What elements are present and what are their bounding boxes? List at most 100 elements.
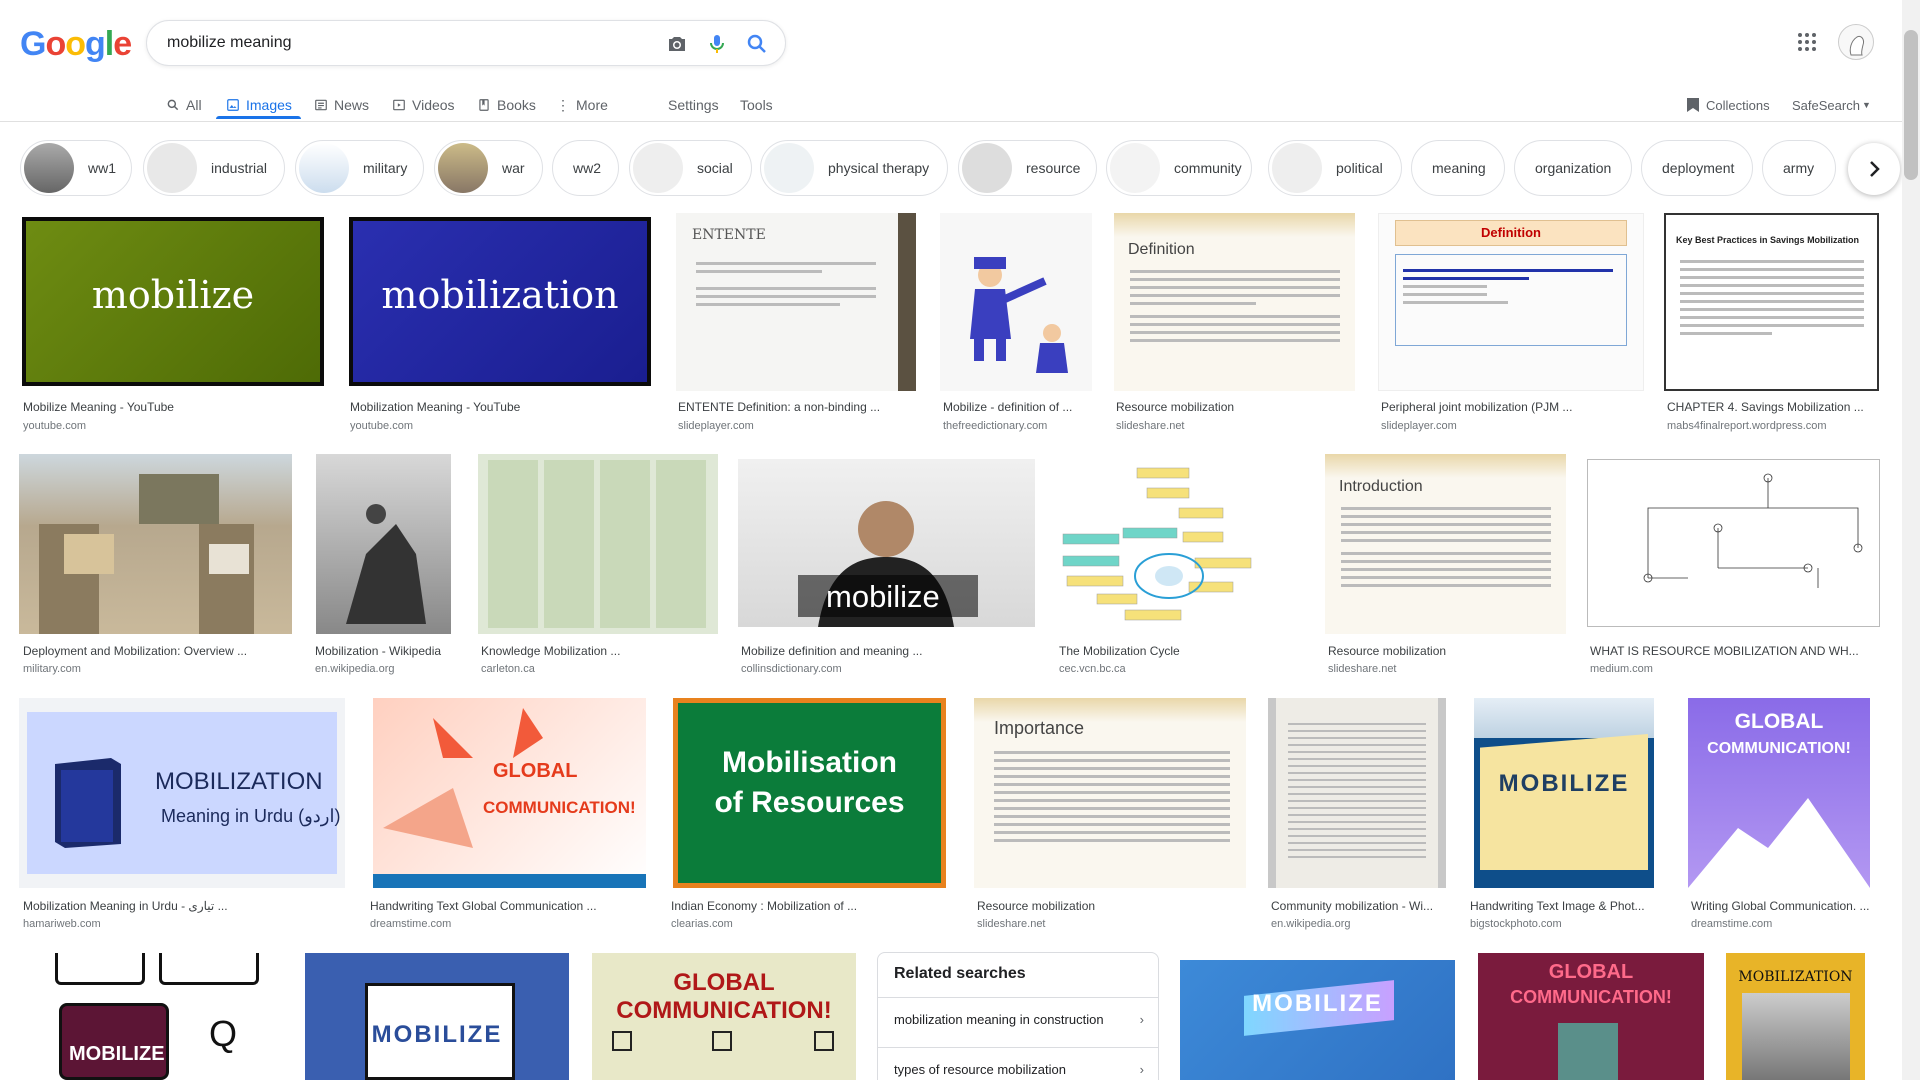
camera-icon[interactable] bbox=[665, 32, 689, 56]
result-thumbnail: mobilization bbox=[349, 217, 651, 386]
thumbnail-text: GLOBAL bbox=[493, 760, 578, 782]
thumbnail-text: MOBILIZATION bbox=[1738, 969, 1853, 985]
result-source: dreamstime.com bbox=[1691, 918, 1773, 930]
result-caption: Handwriting Text Image & Phot... bbox=[1470, 899, 1645, 913]
chevron-right-icon: › bbox=[1139, 1012, 1144, 1027]
thumbnail-text: mobilization bbox=[381, 273, 619, 317]
tab-videos[interactable]: Videos bbox=[392, 90, 455, 120]
image-icon bbox=[227, 99, 239, 111]
thumbnail-text: MOBILIZE bbox=[371, 1021, 503, 1048]
logo-letter: o bbox=[45, 25, 66, 63]
result-thumbnail: ENTENTE bbox=[676, 213, 916, 391]
thumbnail-subtext: Meaning in Urdu (اردو) bbox=[161, 806, 341, 826]
search-icon[interactable] bbox=[745, 32, 769, 56]
tab-all-label: All bbox=[186, 97, 202, 113]
result-source: bigstockphoto.com bbox=[1470, 918, 1562, 930]
result-caption: Indian Economy : Mobilization of ... bbox=[671, 899, 858, 913]
result-caption: Mobilize Meaning - YouTube bbox=[23, 400, 174, 414]
result-caption: The Mobilization Cycle bbox=[1059, 644, 1180, 658]
chip-thumbnail bbox=[147, 143, 197, 193]
chip-political[interactable]: political bbox=[1268, 140, 1402, 196]
logo-letter: g bbox=[85, 25, 106, 63]
result-caption: Deployment and Mobilization: Overview ..… bbox=[23, 644, 248, 658]
tab-videos-label: Videos bbox=[412, 97, 455, 113]
result-caption: Handwriting Text Global Communication ..… bbox=[370, 899, 597, 913]
thumbnail-subtext: of Resources bbox=[714, 786, 905, 819]
result-thumbnail: mobilize bbox=[738, 459, 1035, 627]
search-input[interactable]: mobilize meaning bbox=[167, 34, 292, 52]
header-divider bbox=[0, 121, 1920, 122]
chip-thumbnail bbox=[24, 143, 74, 193]
chip-industrial[interactable]: industrial bbox=[143, 140, 285, 196]
chip-label: community bbox=[1174, 160, 1242, 176]
chip-organization[interactable]: organization bbox=[1514, 140, 1632, 196]
related-search-item[interactable]: mobilization meaning in construction › bbox=[878, 997, 1158, 1047]
result-source: slideplayer.com bbox=[1381, 420, 1457, 432]
thumbnail-text: Definition bbox=[1128, 241, 1195, 258]
safesearch-label: SafeSearch bbox=[1792, 97, 1860, 113]
chip-deployment[interactable]: deployment bbox=[1641, 140, 1753, 196]
result-caption: Resource mobilization bbox=[1328, 644, 1447, 658]
related-searches-panel: Related searches mobilization meaning in… bbox=[877, 952, 1159, 1080]
chip-resource[interactable]: resource bbox=[958, 140, 1097, 196]
result-thumbnail bbox=[316, 454, 451, 634]
result-thumbnail: GLOBAL COMMUNICATION! bbox=[592, 953, 856, 1080]
search-box[interactable]: mobilize meaning bbox=[146, 20, 786, 66]
result-thumbnail: Key Best Practices in Savings Mobilizati… bbox=[1664, 213, 1879, 391]
settings-link[interactable]: Settings bbox=[668, 90, 719, 120]
chip-meaning[interactable]: meaning bbox=[1411, 140, 1505, 196]
chip-label: ww1 bbox=[88, 160, 117, 176]
chip-physical-therapy[interactable]: physical therapy bbox=[760, 140, 948, 196]
chip-social[interactable]: social bbox=[629, 140, 752, 196]
result-source: slideplayer.com bbox=[678, 420, 754, 432]
logo-letter: o bbox=[65, 25, 86, 63]
result-source: carleton.ca bbox=[481, 663, 535, 675]
tools-link[interactable]: Tools bbox=[740, 90, 773, 120]
avatar[interactable] bbox=[1838, 24, 1874, 60]
chip-war[interactable]: war bbox=[434, 140, 543, 196]
result-source: hamariweb.com bbox=[23, 918, 101, 930]
result-source: clearias.com bbox=[671, 918, 733, 930]
tab-books[interactable]: Books bbox=[477, 90, 536, 120]
chip-army[interactable]: army bbox=[1762, 140, 1836, 196]
chevron-right-icon: › bbox=[1139, 1062, 1144, 1077]
chip-military[interactable]: military bbox=[295, 140, 424, 196]
result-thumbnail: MOBILIZE Q bbox=[19, 953, 283, 1080]
thumbnail-subtext: COMMUNICATION! bbox=[1510, 987, 1672, 1007]
thumbnail-text: MOBILIZE bbox=[1498, 770, 1630, 797]
thumbnail-text: GLOBAL bbox=[673, 969, 775, 996]
result-caption: Community mobilization - Wi... bbox=[1271, 899, 1434, 913]
related-searches-title: Related searches bbox=[894, 965, 1026, 982]
collections-link[interactable]: Collections bbox=[1686, 90, 1770, 120]
book-icon bbox=[479, 99, 489, 111]
thumbnail-text: Mobilisation bbox=[722, 746, 897, 779]
google-logo[interactable]: Google bbox=[20, 24, 132, 64]
thumbnail-text: Definition bbox=[1395, 220, 1627, 246]
tab-images-label: Images bbox=[246, 97, 292, 113]
thumbnail-text: mobilize bbox=[826, 579, 940, 614]
scrollbar-thumb[interactable] bbox=[1904, 30, 1918, 180]
result-source: youtube.com bbox=[350, 420, 413, 432]
result-thumbnail: MOBILIZE bbox=[1474, 698, 1654, 888]
chip-thumbnail bbox=[1110, 143, 1160, 193]
result-source: military.com bbox=[23, 663, 81, 675]
apps-grid-icon[interactable] bbox=[1795, 30, 1819, 54]
chip-ww1[interactable]: ww1 bbox=[20, 140, 132, 196]
tab-more[interactable]: ⋮ More bbox=[556, 90, 608, 120]
thumbnail-text: mobilize bbox=[91, 273, 255, 317]
thumbnail-text: MOBILIZE bbox=[69, 1043, 165, 1065]
tab-news[interactable]: News bbox=[314, 90, 369, 120]
logo-letter: l bbox=[104, 25, 115, 63]
chip-ww2[interactable]: ww2 bbox=[552, 140, 619, 196]
chip-community[interactable]: community bbox=[1106, 140, 1252, 196]
microphone-icon[interactable] bbox=[705, 32, 729, 56]
result-caption: Mobilization - Wikipedia bbox=[315, 644, 442, 658]
result-caption: Resource mobilization bbox=[977, 899, 1096, 913]
thumbnail-text: ENTENTE bbox=[692, 227, 766, 243]
result-source: youtube.com bbox=[23, 420, 86, 432]
chip-scroll-next-button[interactable] bbox=[1848, 143, 1900, 195]
tab-all[interactable]: All bbox=[166, 90, 202, 120]
related-search-item[interactable]: types of resource mobilization › bbox=[878, 1047, 1158, 1080]
result-caption: Writing Global Communication. ... bbox=[1691, 899, 1870, 913]
safesearch-menu[interactable]: SafeSearch ▼ bbox=[1792, 90, 1871, 120]
